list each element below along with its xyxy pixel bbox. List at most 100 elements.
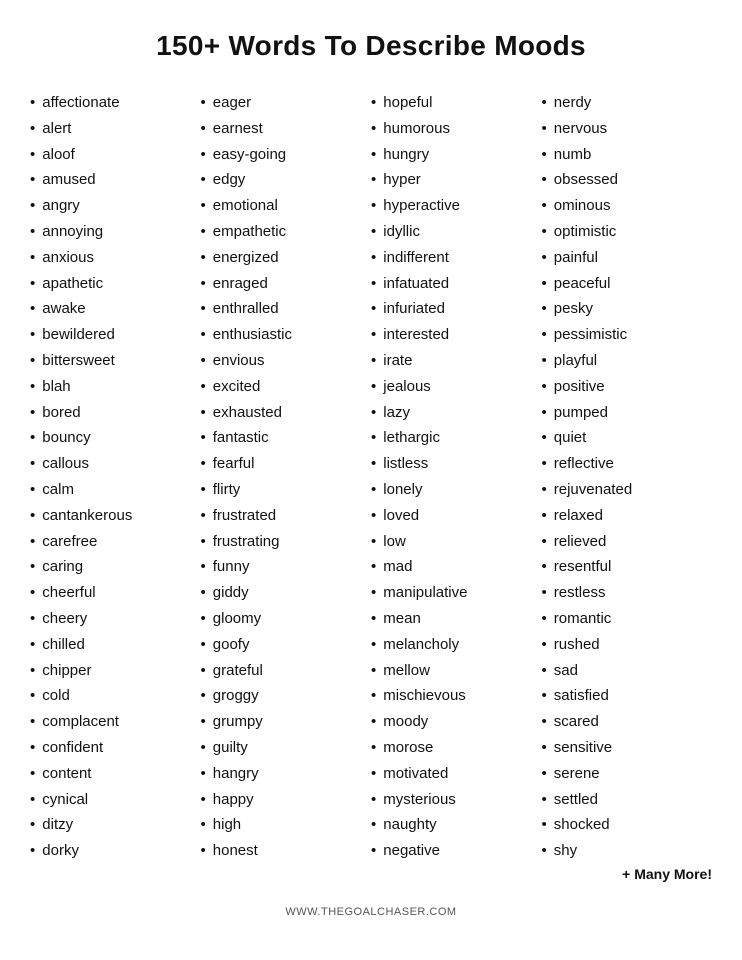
list-item: scared — [542, 709, 713, 735]
list-item: frustrated — [201, 503, 372, 529]
list-item: idyllic — [371, 219, 542, 245]
list-item: cantankerous — [30, 503, 201, 529]
list-item: content — [30, 761, 201, 787]
list-item: relaxed — [542, 503, 713, 529]
list-item: lazy — [371, 400, 542, 426]
list-item: loved — [371, 503, 542, 529]
list-item: irate — [371, 348, 542, 374]
list-item: pesky — [542, 296, 713, 322]
list-item: high — [201, 812, 372, 838]
list-item: lethargic — [371, 425, 542, 451]
list-item: shocked — [542, 812, 713, 838]
list-item: hangry — [201, 761, 372, 787]
word-column-col2: eagerearnesteasy-goingedgyemotionalempat… — [201, 90, 372, 864]
list-item: caring — [30, 554, 201, 580]
list-item: cynical — [30, 787, 201, 813]
list-item: dorky — [30, 838, 201, 864]
list-item: pumped — [542, 400, 713, 426]
list-item: mean — [371, 606, 542, 632]
word-column-col4: nerdynervousnumbobsessedominousoptimisti… — [542, 90, 713, 864]
list-item: confident — [30, 735, 201, 761]
list-item: ditzy — [30, 812, 201, 838]
list-item: carefree — [30, 529, 201, 555]
list-item: ominous — [542, 193, 713, 219]
list-item: hyperactive — [371, 193, 542, 219]
list-item: playful — [542, 348, 713, 374]
list-item: awake — [30, 296, 201, 322]
list-item: lonely — [371, 477, 542, 503]
list-item: hopeful — [371, 90, 542, 116]
list-item: funny — [201, 554, 372, 580]
list-item: apathetic — [30, 271, 201, 297]
list-item: enthralled — [201, 296, 372, 322]
list-item: infatuated — [371, 271, 542, 297]
list-item: cold — [30, 683, 201, 709]
list-item: excited — [201, 374, 372, 400]
list-item: emotional — [201, 193, 372, 219]
list-item: sensitive — [542, 735, 713, 761]
list-item: relieved — [542, 529, 713, 555]
list-item: goofy — [201, 632, 372, 658]
list-item: negative — [371, 838, 542, 864]
list-item: amused — [30, 167, 201, 193]
list-item: alert — [30, 116, 201, 142]
list-item: mysterious — [371, 787, 542, 813]
list-item: interested — [371, 322, 542, 348]
list-item: humorous — [371, 116, 542, 142]
list-item: complacent — [30, 709, 201, 735]
list-item: hyper — [371, 167, 542, 193]
list-item: obsessed — [542, 167, 713, 193]
list-item: bewildered — [30, 322, 201, 348]
list-item: rushed — [542, 632, 713, 658]
list-item: enthusiastic — [201, 322, 372, 348]
word-columns: affectionatealertaloofamusedangryannoyin… — [20, 90, 722, 864]
list-item: grumpy — [201, 709, 372, 735]
list-item: earnest — [201, 116, 372, 142]
list-item: listless — [371, 451, 542, 477]
list-item: aloof — [30, 142, 201, 168]
list-item: guilty — [201, 735, 372, 761]
list-item: shy — [542, 838, 713, 864]
list-item: fantastic — [201, 425, 372, 451]
list-item: chilled — [30, 632, 201, 658]
list-item: nerdy — [542, 90, 713, 116]
list-item: motivated — [371, 761, 542, 787]
many-more-label: + Many More! — [20, 866, 722, 882]
list-item: calm — [30, 477, 201, 503]
page-title: 150+ Words To Describe Moods — [20, 30, 722, 62]
list-item: mad — [371, 554, 542, 580]
word-column-col3: hopefulhumoroushungryhyperhyperactiveidy… — [371, 90, 542, 864]
list-item: anxious — [30, 245, 201, 271]
list-item: serene — [542, 761, 713, 787]
list-item: pessimistic — [542, 322, 713, 348]
list-item: restless — [542, 580, 713, 606]
list-item: cheerful — [30, 580, 201, 606]
list-item: exhausted — [201, 400, 372, 426]
list-item: rejuvenated — [542, 477, 713, 503]
list-item: melancholy — [371, 632, 542, 658]
list-item: giddy — [201, 580, 372, 606]
list-item: satisfied — [542, 683, 713, 709]
list-item: resentful — [542, 554, 713, 580]
list-item: annoying — [30, 219, 201, 245]
list-item: empathetic — [201, 219, 372, 245]
list-item: jealous — [371, 374, 542, 400]
list-item: indifferent — [371, 245, 542, 271]
list-item: grateful — [201, 658, 372, 684]
list-item: manipulative — [371, 580, 542, 606]
list-item: sad — [542, 658, 713, 684]
list-item: angry — [30, 193, 201, 219]
list-item: painful — [542, 245, 713, 271]
list-item: infuriated — [371, 296, 542, 322]
list-item: reflective — [542, 451, 713, 477]
list-item: naughty — [371, 812, 542, 838]
list-item: mellow — [371, 658, 542, 684]
list-item: easy-going — [201, 142, 372, 168]
list-item: frustrating — [201, 529, 372, 555]
list-item: cheery — [30, 606, 201, 632]
list-item: happy — [201, 787, 372, 813]
list-item: mischievous — [371, 683, 542, 709]
list-item: low — [371, 529, 542, 555]
list-item: bouncy — [30, 425, 201, 451]
list-item: hungry — [371, 142, 542, 168]
